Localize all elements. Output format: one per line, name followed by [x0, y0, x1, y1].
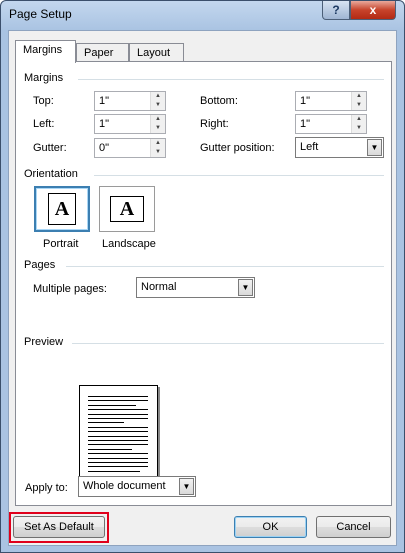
- bottom-label: Bottom:: [200, 95, 238, 107]
- cancel-label: Cancel: [336, 521, 371, 533]
- tab-layout-label: Layout: [137, 47, 171, 59]
- margins-section-label: Margins: [24, 72, 64, 84]
- close-button[interactable]: x: [350, 1, 396, 20]
- landscape-option[interactable]: A: [99, 186, 155, 232]
- spin-down-icon[interactable]: ▼: [150, 124, 165, 133]
- preview-text-line: [88, 466, 148, 468]
- chevron-down-icon[interactable]: ▼: [238, 279, 253, 296]
- preview-text-line: [88, 462, 148, 463]
- gutter-position-select[interactable]: Left ▼: [295, 137, 384, 158]
- spin-down-icon[interactable]: ▼: [351, 124, 366, 133]
- top-margin-value: 1": [99, 95, 110, 107]
- landscape-label: Landscape: [102, 238, 156, 250]
- gutter-label: Gutter:: [33, 142, 67, 154]
- divider: [78, 79, 384, 80]
- left-margin-value: 1": [99, 118, 110, 130]
- highlight-box: [9, 512, 109, 543]
- preview-text-line: [88, 457, 148, 459]
- spin-down-icon[interactable]: ▼: [150, 148, 165, 157]
- tab-margins[interactable]: Margins: [15, 40, 76, 63]
- top-label: Top:: [33, 95, 54, 107]
- spin-up-icon[interactable]: ▲: [351, 115, 366, 124]
- margins-panel: Margins Top: 1" ▲ ▼ Bottom: 1" ▲ ▼ Left: 1…: [15, 61, 392, 506]
- preview-text-line: [88, 448, 132, 450]
- portrait-page-icon: A: [48, 193, 76, 225]
- divider: [66, 266, 384, 267]
- preview-text-line: [88, 470, 140, 472]
- landscape-glyph: A: [119, 197, 135, 220]
- preview-text-line: [88, 440, 148, 441]
- multiple-pages-value: Normal: [141, 281, 177, 293]
- orientation-section-label: Orientation: [24, 168, 78, 180]
- gutter-position-label: Gutter position:: [200, 142, 275, 154]
- preview-text-line: [88, 404, 136, 406]
- preview-text-line: [88, 435, 148, 437]
- bottom-margin-value: 1": [300, 95, 311, 107]
- chevron-down-icon[interactable]: ▼: [367, 139, 382, 156]
- multiple-pages-label: Multiple pages:: [33, 283, 107, 295]
- tab-paper[interactable]: Paper: [76, 43, 129, 63]
- close-icon: x: [369, 3, 377, 17]
- portrait-option[interactable]: A: [34, 186, 90, 232]
- help-button[interactable]: ?: [322, 1, 350, 20]
- preview-text-line: [88, 426, 148, 428]
- preview-text-line: [88, 409, 148, 411]
- apply-to-label: Apply to:: [25, 482, 68, 494]
- preview-text-line: [88, 418, 148, 419]
- ok-button[interactable]: OK: [234, 516, 307, 538]
- page-setup-dialog: Page Setup ? x Margins Paper Layout Marg…: [0, 0, 405, 553]
- divider: [94, 175, 384, 176]
- preview-text-line: [88, 413, 148, 415]
- preview-text-line: [88, 422, 124, 424]
- dialog-body: Margins Paper Layout Margins Top: 1" ▲ ▼ …: [8, 30, 397, 546]
- tab-layout[interactable]: Layout: [129, 43, 184, 63]
- spin-up-icon[interactable]: ▲: [150, 115, 165, 124]
- preview-text-line: [88, 453, 148, 455]
- tab-margins-label: Margins: [23, 44, 63, 56]
- multiple-pages-select[interactable]: Normal ▼: [136, 277, 255, 298]
- spin-up-icon[interactable]: ▲: [150, 139, 165, 148]
- chevron-down-icon[interactable]: ▼: [179, 478, 194, 495]
- preview-text-line: [88, 396, 148, 397]
- gutter-position-value: Left: [300, 141, 319, 153]
- portrait-label: Portrait: [43, 238, 79, 250]
- preview-section-label: Preview: [24, 336, 64, 348]
- page-preview: [79, 385, 158, 485]
- spin-down-icon[interactable]: ▼: [150, 101, 165, 110]
- gutter-value: 0": [99, 142, 110, 154]
- cancel-button[interactable]: Cancel: [316, 516, 391, 538]
- pages-section-label: Pages: [24, 259, 56, 271]
- divider: [72, 343, 384, 344]
- ok-label: OK: [262, 521, 279, 533]
- left-margin-field[interactable]: 1" ▲ ▼: [94, 114, 166, 134]
- right-margin-value: 1": [300, 118, 311, 130]
- tab-paper-label: Paper: [84, 47, 114, 59]
- bottom-margin-field[interactable]: 1" ▲ ▼: [295, 91, 367, 111]
- apply-to-value: Whole document: [83, 480, 166, 492]
- dialog-title: Page Setup: [9, 7, 72, 21]
- preview-text-line: [88, 444, 148, 446]
- landscape-page-icon: A: [110, 196, 144, 222]
- preview-text-line: [88, 431, 148, 433]
- spin-up-icon[interactable]: ▲: [351, 92, 366, 101]
- help-icon: ?: [332, 3, 340, 17]
- right-label: Right:: [200, 118, 229, 130]
- spin-up-icon[interactable]: ▲: [150, 92, 165, 101]
- apply-to-select[interactable]: Whole document ▼: [78, 476, 196, 497]
- preview-text-line: [88, 400, 148, 402]
- right-margin-field[interactable]: 1" ▲ ▼: [295, 114, 367, 134]
- gutter-field[interactable]: 0" ▲ ▼: [94, 138, 166, 158]
- spin-down-icon[interactable]: ▼: [351, 101, 366, 110]
- portrait-glyph: A: [54, 197, 70, 220]
- top-margin-field[interactable]: 1" ▲ ▼: [94, 91, 166, 111]
- left-label: Left:: [33, 118, 55, 130]
- title-bar[interactable]: Page Setup ? x: [1, 1, 404, 29]
